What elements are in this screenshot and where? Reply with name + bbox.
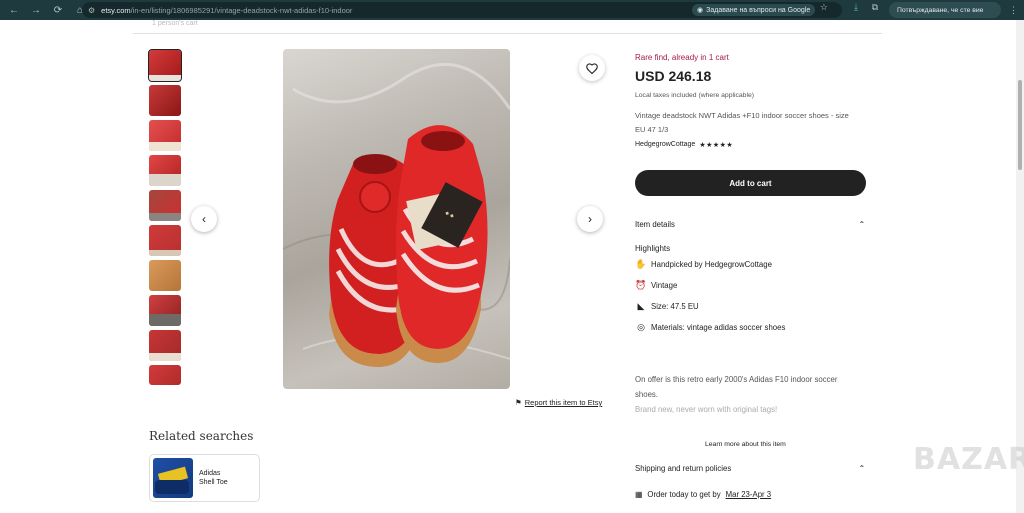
material-icon: ◎ xyxy=(637,322,645,332)
highlights-title: Highlights xyxy=(635,244,671,253)
report-item-link[interactable]: ⚑ Report this item to Etsy xyxy=(515,398,602,407)
menu-icon[interactable]: ⋮ xyxy=(1009,5,1018,16)
forward-icon[interactable]: → xyxy=(30,5,42,16)
next-image-button[interactable]: › xyxy=(577,206,603,232)
related-searches-title: Related searches xyxy=(149,429,254,443)
price: USD 246.18 xyxy=(635,68,712,84)
highlight-item: ◣ Size: 47.5 EU xyxy=(635,301,699,312)
main-product-photo: ◆ ◆ xyxy=(283,49,510,389)
ruler-icon: ◣ xyxy=(637,301,645,311)
clock-icon: ⏰ xyxy=(635,280,647,290)
url-host: etsy.com xyxy=(101,5,131,15)
extensions-icon[interactable]: ⧉ xyxy=(872,2,878,13)
thumbnail-strip xyxy=(148,49,182,389)
highlight-label: Vintage xyxy=(651,281,678,290)
rating-stars: ★★★★★ xyxy=(699,142,734,149)
url-path: /in-en/listing/1806985291/vintage-deadst… xyxy=(130,5,353,15)
chevron-up-icon: ⌃ xyxy=(858,220,865,229)
item-details-toggle[interactable]: Item details ⌃ xyxy=(635,220,865,229)
reload-icon[interactable]: ⟳ xyxy=(52,5,64,16)
calendar-icon: ▦ xyxy=(635,490,643,499)
profile-chip[interactable]: Потвърждаване, че сте вие xyxy=(889,2,1001,18)
scrollbar-thumb[interactable] xyxy=(1018,80,1022,170)
browser-toolbar: ← → ⟳ ⌂ ⚙ etsy.com/in-en/listing/1806985… xyxy=(0,0,1024,20)
chevron-left-icon: ‹ xyxy=(202,212,206,226)
related-search-image xyxy=(153,458,193,498)
seller-name[interactable]: HedgegrowCottage xyxy=(635,141,695,149)
description: On offer is this retro early 2000's Adid… xyxy=(635,372,860,417)
back-icon[interactable]: ← xyxy=(8,5,20,16)
favorite-button[interactable] xyxy=(579,55,605,81)
watermark-logo: BAZAR xyxy=(913,442,1024,477)
learn-more-button[interactable]: Learn more about this item xyxy=(705,441,786,448)
site-info-icon[interactable]: ⚙ xyxy=(88,6,95,15)
related-search-label-2: Shell Toe xyxy=(199,479,228,486)
related-search-card[interactable]: Adidas Shell Toe xyxy=(149,454,260,502)
google-chip-label: Задаване на въпроси на Google xyxy=(706,6,811,14)
thumbnail[interactable] xyxy=(148,49,182,82)
highlight-item: ✋ Handpicked by HedgegrowCottage xyxy=(635,259,772,270)
add-to-cart-button[interactable]: Add to cart xyxy=(635,170,866,196)
hand-icon: ✋ xyxy=(635,259,647,269)
description-line-1: On offer is this retro early 2000's Adid… xyxy=(635,375,838,399)
highlight-label: Handpicked by HedgegrowCottage xyxy=(651,260,772,269)
thumbnail[interactable] xyxy=(149,120,181,151)
highlight-label: Size: 47.5 EU xyxy=(651,302,699,311)
cart-note: 1 person's cart xyxy=(152,20,198,27)
thumbnail[interactable] xyxy=(149,190,181,221)
thumbnail[interactable] xyxy=(149,330,181,361)
shipping-toggle[interactable]: Shipping and return policies ⌃ xyxy=(635,464,865,473)
highlight-label: Materials: vintage adidas soccer shoes xyxy=(651,323,786,332)
thumbnail[interactable] xyxy=(149,260,181,291)
item-details-header: Item details xyxy=(635,220,675,229)
chevron-right-icon: › xyxy=(588,212,592,226)
thumbnail[interactable] xyxy=(149,85,181,116)
lens-icon: ◉ xyxy=(697,7,704,14)
highlight-item: ◎ Materials: vintage adidas soccer shoes xyxy=(635,322,785,333)
thumbnail[interactable] xyxy=(149,155,181,186)
profile-chip-label: Потвърждаване, че сте вие xyxy=(897,6,984,14)
order-prefix: Order today to get by xyxy=(647,490,721,499)
page: 1 person's cart ◆ ◆ ‹ › ⚑ Report this it… xyxy=(0,20,1024,513)
delivery-date[interactable]: Mar 23-Apr 3 xyxy=(726,490,772,499)
chevron-up-icon: ⌃ xyxy=(858,464,865,473)
thumbnail[interactable] xyxy=(149,225,181,256)
highlight-item: ⏰ Vintage xyxy=(635,280,677,291)
prev-image-button[interactable]: ‹ xyxy=(191,206,217,232)
tax-note: Local taxes included (where applicable) xyxy=(635,92,755,99)
google-lens-chip[interactable]: ◉ Задаване на въпроси на Google xyxy=(692,4,816,16)
thumbnail[interactable] xyxy=(149,365,181,385)
page-scrollbar[interactable] xyxy=(1016,20,1024,513)
heart-icon xyxy=(586,62,598,74)
listing-title: Vintage deadstock NWT Adidas +F10 indoor… xyxy=(635,111,849,134)
related-search-label-1: Adidas xyxy=(199,470,221,477)
rare-find-note: Rare find, already in 1 cart xyxy=(635,53,729,62)
shipping-header: Shipping and return policies xyxy=(635,464,732,473)
delivery-estimate: ▦ Order today to get by Mar 23-Apr 3 xyxy=(635,490,771,499)
bookmark-star-icon[interactable]: ☆ xyxy=(820,2,828,13)
download-icon[interactable]: ⤓ xyxy=(854,2,858,13)
divider xyxy=(133,33,882,34)
flag-icon: ⚑ xyxy=(515,398,522,407)
report-label: Report this item to Etsy xyxy=(524,398,603,407)
seller-row: HedgegrowCottage ★★★★★ xyxy=(635,141,733,149)
thumbnail[interactable] xyxy=(149,295,181,326)
description-line-2: Brand new, never worn with original tags… xyxy=(635,405,778,414)
